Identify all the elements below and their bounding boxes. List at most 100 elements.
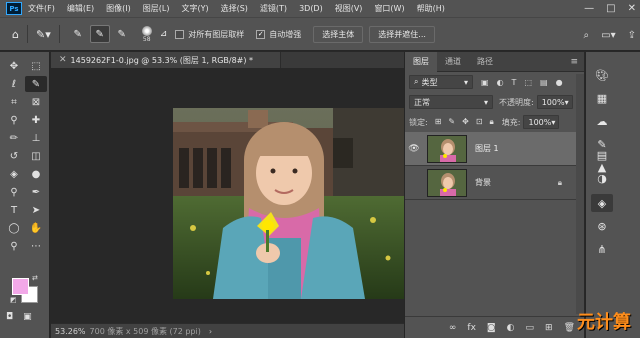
- ellipse-tool-icon[interactable]: ◯: [3, 220, 25, 236]
- add-to-selection-icon[interactable]: ✎: [89, 25, 110, 43]
- close-tab-icon[interactable]: ✕: [59, 55, 67, 65]
- workspace-icon[interactable]: ▭▾: [601, 30, 615, 41]
- tab-layers[interactable]: 图层: [405, 51, 437, 72]
- link-layers-icon[interactable]: ∞: [449, 323, 457, 333]
- menu-layer[interactable]: 图层(L): [143, 3, 170, 14]
- new-group-icon[interactable]: ▭: [526, 323, 535, 333]
- minimize-button[interactable]: —: [584, 3, 594, 14]
- document-tab[interactable]: ✕ 1459262F1-0.jpg @ 53.3% (图层 1, RGB/8#)…: [51, 52, 281, 68]
- layer-row[interactable]: 👁︎ 图层 1: [405, 132, 584, 166]
- canvas-area[interactable]: [51, 68, 405, 323]
- menu-edit[interactable]: 编辑(E): [67, 3, 94, 14]
- filter-pixel-icon[interactable]: ▣: [481, 78, 489, 87]
- move-tool-icon[interactable]: ✥: [3, 58, 25, 74]
- channels-panel-icon[interactable]: ⊛: [591, 217, 613, 235]
- eye-icon[interactable]: 👁︎: [405, 144, 423, 154]
- lock-all-icon[interactable]: 🔒︎: [490, 117, 494, 127]
- brush-size-picker[interactable]: 58: [141, 25, 152, 43]
- tab-paths[interactable]: 路径: [469, 52, 501, 72]
- clone-stamp-icon[interactable]: ⊥: [25, 130, 47, 146]
- menu-help[interactable]: 帮助(H): [417, 3, 445, 14]
- lock-transparent-icon[interactable]: ⊞: [435, 117, 442, 127]
- blend-mode-dropdown[interactable]: 正常 ▾: [409, 95, 493, 109]
- add-mask-icon[interactable]: ◙: [487, 323, 496, 333]
- quick-mask-icon[interactable]: ◘: [6, 312, 13, 322]
- dodge-tool-icon[interactable]: ⚲: [3, 184, 25, 200]
- libraries-panel-icon[interactable]: ☁: [591, 112, 613, 130]
- frame-tool-icon[interactable]: ⊠: [25, 94, 47, 110]
- panel-menu-icon[interactable]: ≡: [570, 57, 578, 67]
- paint-bucket-icon[interactable]: ◈: [3, 166, 25, 182]
- foreground-color-swatch[interactable]: [12, 278, 29, 295]
- filter-smart-object-icon[interactable]: ▤: [540, 78, 548, 87]
- adjustment-layer-icon[interactable]: ◐: [507, 323, 515, 333]
- eraser-tool-icon[interactable]: ◫: [25, 148, 47, 164]
- home-icon[interactable]: ⌂: [12, 28, 19, 41]
- quick-selection-preset-icon[interactable]: ✎▾: [36, 28, 51, 41]
- filter-adjustment-icon[interactable]: ◐: [497, 78, 504, 87]
- menu-select[interactable]: 选择(S): [221, 3, 248, 14]
- select-and-mask-button[interactable]: 选择并遮住...: [369, 25, 435, 43]
- color-panel-icon[interactable]: 🎨︎: [591, 66, 613, 84]
- quick-selection-tool-icon[interactable]: ✎: [25, 76, 47, 92]
- pen-tool-icon[interactable]: ✒: [25, 184, 47, 200]
- type-tool-icon[interactable]: T: [3, 202, 25, 218]
- select-subject-button[interactable]: 选择主体: [313, 25, 364, 43]
- close-button[interactable]: ✕: [628, 3, 636, 14]
- filter-type-icon[interactable]: T: [512, 78, 517, 87]
- zoom-level[interactable]: 53.26%: [55, 327, 86, 336]
- new-selection-icon[interactable]: ✎: [68, 25, 88, 43]
- default-colors-icon[interactable]: ◩: [10, 296, 17, 304]
- layers-panel-icon[interactable]: ◈: [591, 194, 613, 212]
- search-icon[interactable]: ⌕: [584, 30, 590, 41]
- lasso-tool-icon[interactable]: ℓ: [3, 76, 25, 92]
- fill-field[interactable]: 100% ▾: [523, 115, 560, 129]
- swap-colors-icon[interactable]: ⇄: [32, 274, 38, 282]
- sample-all-layers-checkbox[interactable]: 对所有图层取样: [175, 29, 244, 40]
- menu-filter[interactable]: 滤镜(T): [260, 3, 287, 14]
- layer-filter-row: ⌕ 类型 ▾ ▣ ◐ T ⬚ ▤ ●: [405, 72, 584, 92]
- swatches-panel-icon[interactable]: ▦: [591, 89, 613, 107]
- path-selection-icon[interactable]: ➤: [25, 202, 47, 218]
- layer-style-icon[interactable]: fx: [467, 323, 476, 333]
- eye-icon[interactable]: 👁︎: [405, 178, 423, 188]
- eyedropper-tool-icon[interactable]: ⚲: [3, 112, 25, 128]
- filter-shape-icon[interactable]: ⬚: [524, 78, 532, 87]
- blur-tool-icon[interactable]: ●: [25, 166, 47, 182]
- screen-mode-icon[interactable]: ▣: [23, 312, 32, 322]
- more-tools-icon[interactable]: ⋯: [25, 238, 47, 254]
- menu-type[interactable]: 文字(Y): [181, 3, 208, 14]
- lock-image-icon[interactable]: ✎: [448, 117, 455, 127]
- hand-tool-icon[interactable]: ✋: [25, 220, 47, 236]
- filter-toggle-icon[interactable]: ●: [556, 78, 563, 87]
- layer-row[interactable]: 👁︎ 背景 🔒︎: [405, 166, 584, 200]
- properties-panel-icon[interactable]: ▤: [591, 146, 613, 164]
- zoom-tool-icon[interactable]: ⚲: [3, 238, 25, 254]
- menu-view[interactable]: 视图(V): [335, 3, 363, 14]
- brush-tool-icon[interactable]: ✏: [3, 130, 25, 146]
- layers-scrollbar[interactable]: [576, 74, 584, 314]
- layer-filter-dropdown[interactable]: ⌕ 类型 ▾: [409, 75, 473, 89]
- document-image[interactable]: [173, 108, 405, 299]
- tab-channels[interactable]: 通道: [437, 52, 469, 72]
- crop-tool-icon[interactable]: ⌗: [3, 94, 25, 110]
- auto-enhance-checkbox[interactable]: ✓ 自动增强: [256, 29, 301, 40]
- histogram-panel-icon[interactable]: ◑: [591, 169, 613, 187]
- healing-brush-icon[interactable]: ✚: [25, 112, 47, 128]
- opacity-field[interactable]: 100% ▾: [536, 95, 573, 109]
- menu-3d[interactable]: 3D(D): [299, 4, 323, 13]
- maximize-button[interactable]: □: [606, 3, 615, 14]
- menu-file[interactable]: 文件(F): [28, 3, 55, 14]
- share-icon[interactable]: ⇪: [628, 30, 636, 41]
- menu-image[interactable]: 图像(I): [106, 3, 131, 14]
- paths-panel-icon[interactable]: ⋔: [591, 240, 613, 258]
- menu-window[interactable]: 窗口(W): [374, 3, 404, 14]
- new-layer-icon[interactable]: ⊞: [545, 323, 553, 333]
- lock-artboard-icon[interactable]: ⊡: [476, 117, 483, 127]
- history-brush-icon[interactable]: ↺: [3, 148, 25, 164]
- chevron-right-icon[interactable]: ›: [209, 327, 212, 336]
- lock-position-icon[interactable]: ✥: [462, 117, 469, 127]
- marquee-tool-icon[interactable]: ⬚: [25, 58, 47, 74]
- subtract-from-selection-icon[interactable]: ✎: [112, 25, 132, 43]
- brush-angle-icon[interactable]: ⊿: [160, 29, 168, 39]
